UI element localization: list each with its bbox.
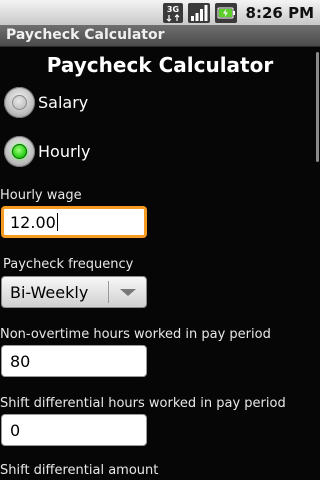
hourly-wage-value: 12.00 <box>10 213 56 232</box>
shift-diff-hours-value: 0 <box>10 421 21 440</box>
network-type-label: 3G <box>166 5 178 14</box>
hourly-wage-input[interactable]: 12.00 <box>1 206 147 238</box>
non-overtime-hours-value: 80 <box>10 352 31 371</box>
radio-hourly-indicator <box>12 144 27 159</box>
radio-hourly-button[interactable] <box>4 136 35 167</box>
page-heading: Paycheck Calculator <box>46 53 274 77</box>
shift-diff-hours-input[interactable]: 0 <box>1 414 147 446</box>
signal-strength-icon <box>187 2 210 23</box>
app-title: Paycheck Calculator <box>6 27 165 43</box>
paycheck-frequency-label: Paycheck frequency <box>3 257 134 272</box>
shift-diff-hours-label: Shift differential hours worked in pay p… <box>0 396 286 411</box>
3g-data-icon: 3G <box>162 2 183 23</box>
form-content[interactable]: Paycheck Calculator Salary Hourly Hourly… <box>0 47 320 480</box>
status-icons: 3G 8:26 PM <box>162 2 314 23</box>
battery-charging-icon <box>214 2 237 23</box>
status-time: 8:26 PM <box>245 3 314 22</box>
radio-salary-label[interactable]: Salary <box>38 93 88 112</box>
shift-diff-amount-label: Shift differential amount <box>0 463 159 478</box>
non-overtime-hours-label: Non-overtime hours worked in pay period <box>0 327 271 342</box>
chevron-down-icon[interactable] <box>120 289 136 296</box>
text-cursor <box>56 213 58 231</box>
paycheck-frequency-spinner[interactable]: Bi-Weekly <box>1 276 147 308</box>
status-bar: 3G 8:26 PM <box>0 0 320 25</box>
scrollbar[interactable] <box>316 52 319 162</box>
radio-salary-indicator <box>12 95 27 110</box>
app-title-bar: Paycheck Calculator <box>0 25 320 47</box>
non-overtime-hours-input[interactable]: 80 <box>1 345 147 377</box>
radio-salary-button[interactable] <box>4 87 35 118</box>
spinner-divider <box>108 281 109 303</box>
paycheck-frequency-value: Bi-Weekly <box>10 283 89 302</box>
hourly-wage-label: Hourly wage <box>0 188 82 203</box>
radio-hourly-label[interactable]: Hourly <box>38 142 90 161</box>
